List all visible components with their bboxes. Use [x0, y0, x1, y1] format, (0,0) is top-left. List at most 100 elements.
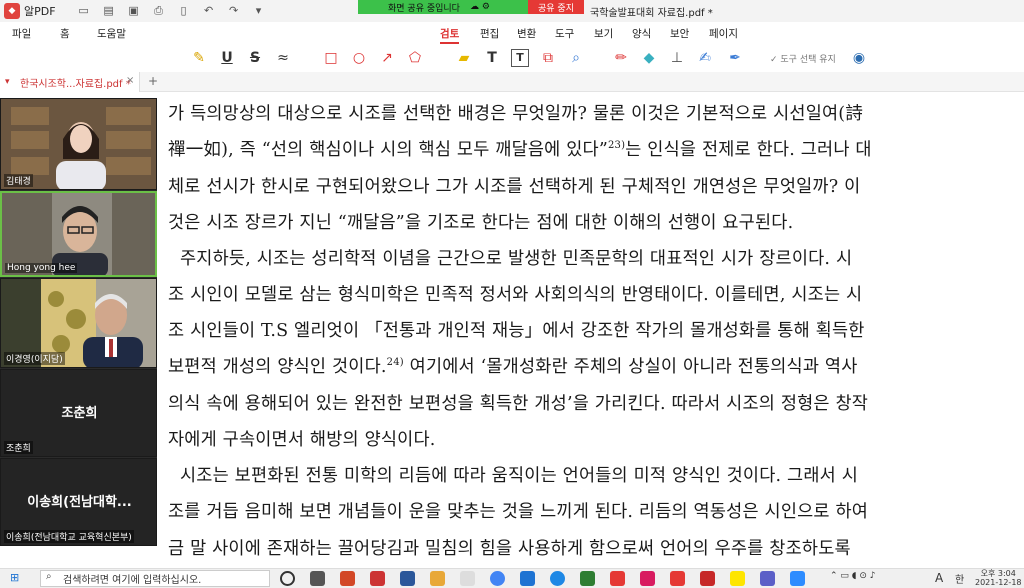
taskbar-app-icon[interactable]	[580, 571, 595, 586]
text-box-icon[interactable]: T	[511, 49, 529, 67]
open-folder-icon[interactable]: ▭	[76, 4, 92, 18]
taskbar-app-icon[interactable]	[460, 571, 475, 586]
stop-share-label: 공유 중지	[538, 3, 574, 14]
taskbar-app-icon[interactable]	[670, 571, 685, 586]
document-tab-label: 한국시조학...자료집.pdf *	[20, 78, 131, 90]
participant-name: 이경영(이지담)	[4, 352, 65, 365]
participant-display-name: 조춘희	[61, 406, 98, 421]
start-icon[interactable]: ⊞	[10, 571, 19, 584]
undo-icon[interactable]: ↶	[201, 4, 217, 18]
shape-dropdown-icon[interactable]: ⬠	[406, 49, 424, 67]
menu-file[interactable]: 파일	[12, 26, 31, 41]
search-icon: ⌕	[46, 571, 52, 582]
video-participant-panel: 김태경 Hong yong hee 이경영(이지담) 조춘희 조춘희 이송희(전…	[0, 98, 157, 546]
text-line: 시조는 보편화된 전통 미학의 리듬에 따라 움직이는 언어들의 미적 양식인 …	[180, 466, 859, 486]
callout-icon[interactable]: ⧉	[539, 49, 557, 67]
edge-icon[interactable]	[550, 571, 565, 586]
participant-video[interactable]: 이송희(전남대학... 이송희(전남대학교 교육혁신본부)	[0, 458, 157, 546]
stamp-icon[interactable]: ⊥	[668, 49, 686, 67]
participant-video[interactable]: 이경영(이지담)	[0, 278, 157, 368]
highlight-icon[interactable]: ✎	[190, 49, 208, 67]
text-line: 조 시인이 모델로 삼는 형식미학은 민족적 정서와 사회의식의 반영태이다. …	[168, 285, 863, 305]
clock-date: 2021-12-18	[975, 578, 1022, 587]
zoom-icon[interactable]	[790, 571, 805, 586]
participant-video[interactable]: 김태경	[0, 98, 157, 190]
task-view-icon[interactable]	[310, 571, 325, 586]
redo-icon[interactable]: ↷	[226, 4, 242, 18]
tab-tools[interactable]: 도구	[555, 26, 574, 41]
document-tab[interactable]: ▾ 한국시조학...자료집.pdf *	[0, 72, 140, 92]
tab-edit[interactable]: 편집	[480, 26, 499, 41]
signature-icon[interactable]: ✍	[696, 49, 714, 67]
taskbar-app-icon[interactable]	[520, 571, 535, 586]
close-tab-icon[interactable]: ×	[126, 75, 134, 86]
clock[interactable]: 오후 3:04 2021-12-18	[975, 569, 1022, 587]
text-line: 보편적 개성의 양식인 것이다.24) 여기에서 ‘몰개성화란 주체의 상실이 …	[168, 353, 858, 378]
participant-video[interactable]: Hong yong hee	[0, 191, 157, 277]
footnote-ref[interactable]: 24)	[387, 357, 404, 368]
kakaotalk-icon[interactable]	[730, 571, 745, 586]
tab-convert[interactable]: 변환	[517, 26, 536, 41]
eye-icon[interactable]: ◉	[850, 49, 868, 67]
tab-page[interactable]: 페이지	[709, 26, 738, 41]
taskbar-app-icon[interactable]	[370, 571, 385, 586]
taskbar-app-icon[interactable]	[760, 571, 775, 586]
text-line: 금 말 사이에 존재하는 끌어당김과 밀침의 힘을 사용하게 함으로써 언어의 …	[168, 539, 851, 559]
chrome-icon[interactable]	[490, 571, 505, 586]
text-line-part: 여기에서 ‘몰개성화란 주체의 상실이 아니라 전통의식과 역사	[403, 357, 858, 377]
stop-share-button[interactable]: 공유 중지	[528, 0, 584, 14]
wavy-underline-icon[interactable]: ≈	[274, 49, 292, 67]
text-line: 가 득의망상의 대상으로 시조를 선택한 배경은 무엇일까? 물론 이것은 기본…	[168, 104, 864, 124]
print-icon[interactable]: ⎙	[151, 4, 167, 18]
page-icon[interactable]: ▯	[176, 4, 192, 18]
text-icon[interactable]: T	[483, 49, 501, 67]
participant-name: 조춘희	[4, 441, 33, 454]
menu-help[interactable]: 도움말	[97, 26, 126, 41]
powerpoint-icon[interactable]	[340, 571, 355, 586]
ime-indicator[interactable]: A	[935, 571, 943, 585]
tab-view[interactable]: 보기	[594, 26, 613, 41]
new-tab-button[interactable]: +	[148, 74, 158, 88]
edit-annotation-icon[interactable]: ✒	[726, 49, 744, 67]
word-icon[interactable]	[400, 571, 415, 586]
taskbar-app-icon[interactable]	[610, 571, 625, 586]
system-tray-icons[interactable]: ⌃ ▭ ◖ ⊙ ♪	[830, 571, 876, 581]
strikethrough-icon[interactable]: S	[246, 49, 264, 67]
underline-icon[interactable]: U	[218, 49, 236, 67]
rectangle-icon[interactable]: □	[322, 49, 340, 67]
save-as-icon[interactable]: ▣	[126, 4, 142, 18]
taskbar-app-icon[interactable]	[640, 571, 655, 586]
participant-name: Hong yong hee	[5, 263, 78, 273]
ime-korean-indicator[interactable]: 한	[955, 571, 964, 586]
attach-icon[interactable]: ⌕	[567, 49, 585, 67]
text-line: 자에게 구속이면서 해방의 양식이다.	[168, 430, 436, 450]
tab-security[interactable]: 보안	[670, 26, 689, 41]
sticky-note-icon[interactable]: ▰	[455, 49, 473, 67]
share-controls-icon[interactable]: ☁ ⚙	[470, 2, 490, 12]
eraser-icon[interactable]: ◆	[640, 49, 658, 67]
tab-form[interactable]: 양식	[632, 26, 651, 41]
text-line: 것은 시조 장르가 지닌 “깨달음”을 기조로 한다는 점에 대한 이해의 선행…	[168, 213, 794, 233]
text-line: 주지하듯, 시조는 성리학적 이념을 근간으로 발생한 민족문학의 대표적인 시…	[180, 249, 853, 269]
footnote-ref[interactable]: 23)	[608, 140, 625, 151]
pencil-icon[interactable]: ✏	[612, 49, 630, 67]
text-line-part: 는 인식을 전제로 한다. 그러나 대	[625, 140, 872, 160]
taskbar-search-input[interactable]: 검색하려면 여기에 입력하십시오.	[40, 570, 270, 587]
file-explorer-icon[interactable]	[430, 571, 445, 586]
cortana-icon[interactable]	[280, 571, 295, 586]
clock-time: 오후 3:04	[980, 569, 1016, 578]
menu-bar	[0, 22, 1024, 44]
arrow-icon[interactable]: ↗	[378, 49, 396, 67]
alpdf-taskbar-icon[interactable]	[700, 571, 715, 586]
menu-home[interactable]: 홈	[60, 26, 70, 41]
text-line: 禪一如), 즉 “선의 핵심이나 시의 핵심 모두 깨달음에 있다”23)는 인…	[168, 136, 872, 161]
participant-video[interactable]: 조춘희 조춘희	[0, 369, 157, 457]
participant-name: 김태경	[4, 174, 33, 187]
tab-review[interactable]: 검토	[440, 26, 460, 44]
save-icon[interactable]: ▤	[101, 4, 117, 18]
customize-dropdown-icon[interactable]: ▾	[251, 4, 267, 18]
search-placeholder: 검색하려면 여기에 입력하십시오.	[63, 575, 202, 586]
keep-tool-toggle[interactable]: ✓ 도구 선택 유지	[770, 52, 836, 65]
app-name: 알PDF	[24, 5, 56, 18]
ellipse-icon[interactable]: ○	[350, 49, 368, 67]
